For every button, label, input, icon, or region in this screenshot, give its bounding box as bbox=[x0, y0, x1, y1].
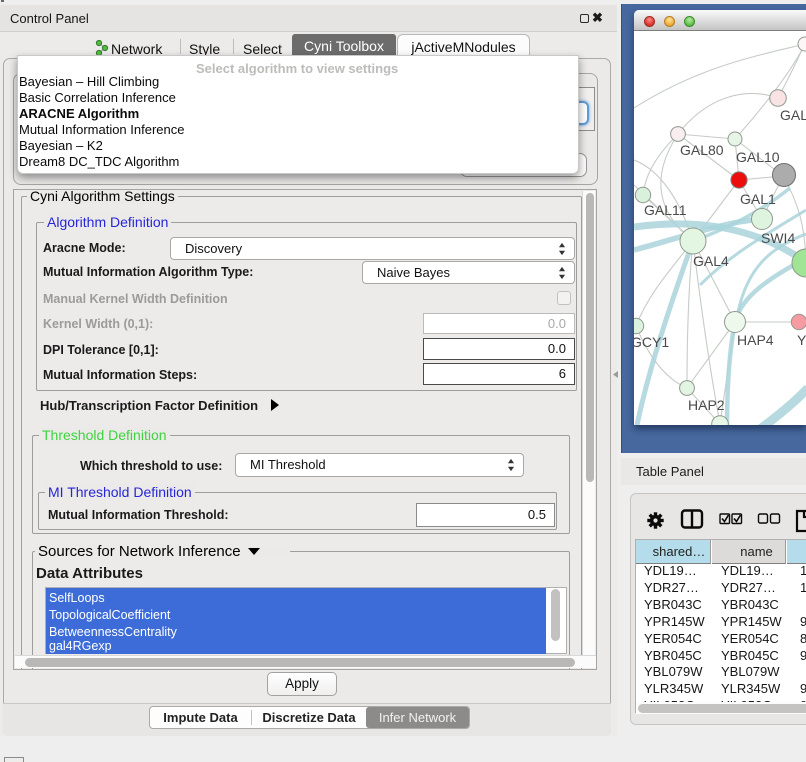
svg-text:GAL80: GAL80 bbox=[680, 142, 724, 158]
svg-text:GAL11: GAL11 bbox=[644, 202, 687, 218]
svg-text:SWI4: SWI4 bbox=[761, 230, 795, 246]
svg-text:GCY1: GCY1 bbox=[634, 334, 669, 350]
svg-text:Y: Y bbox=[797, 332, 806, 348]
svg-text:GAL: GAL bbox=[780, 107, 806, 123]
svg-text:GAL1: GAL1 bbox=[740, 191, 776, 207]
svg-text:GAL10: GAL10 bbox=[736, 149, 780, 165]
svg-text:HAP4: HAP4 bbox=[737, 332, 774, 348]
svg-text:HAP2: HAP2 bbox=[688, 397, 725, 413]
svg-text:GAL4: GAL4 bbox=[693, 253, 729, 269]
